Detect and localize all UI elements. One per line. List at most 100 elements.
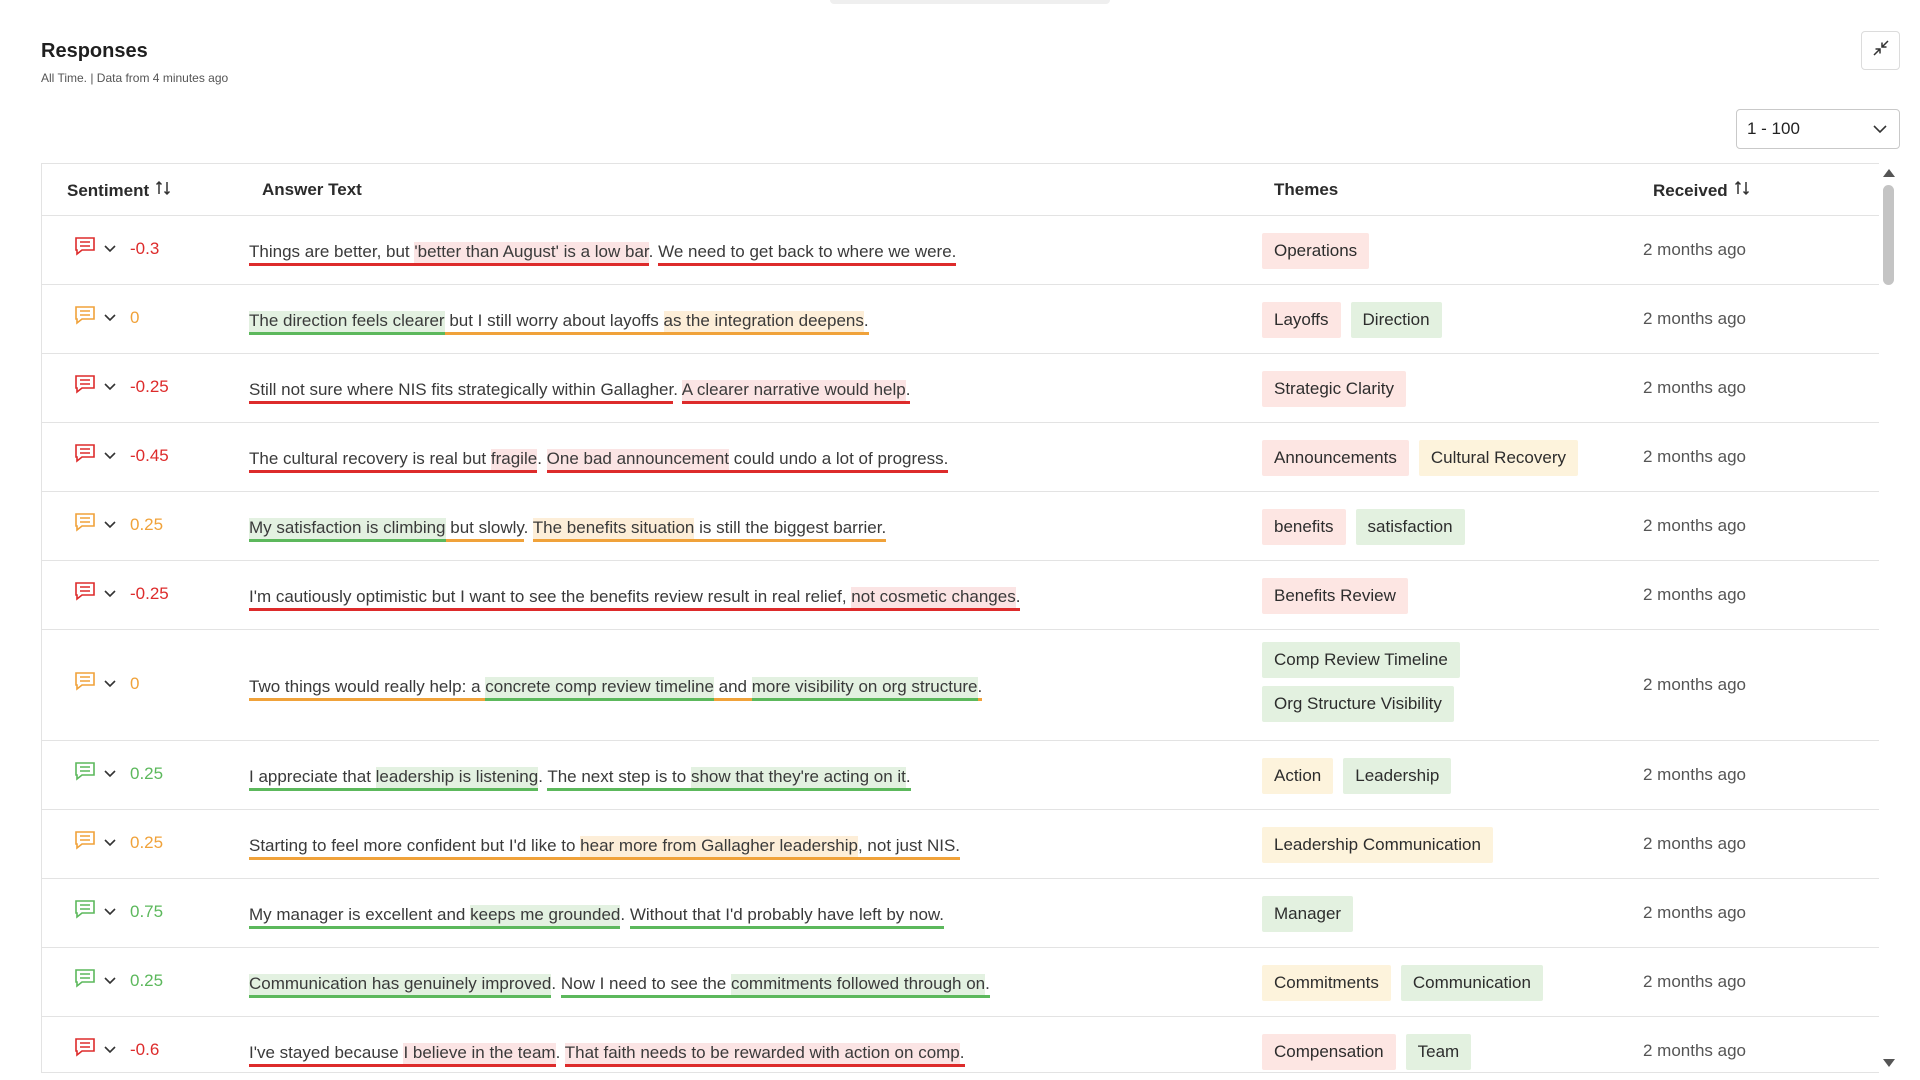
answer-segment: but slowly xyxy=(445,518,524,542)
theme-tag[interactable]: Communication xyxy=(1400,965,1543,1001)
theme-tag[interactable]: Layoffs xyxy=(1262,302,1341,338)
table-row[interactable]: 0.75 My manager is excellent and keeps me… xyxy=(42,879,1879,948)
table-row[interactable]: 0 Two things would really help: a concret… xyxy=(42,630,1879,741)
scroll-down-arrow-icon[interactable] xyxy=(1883,1059,1895,1067)
chevron-down-icon[interactable] xyxy=(104,675,116,693)
comment-icon[interactable] xyxy=(74,671,96,696)
chevron-down-icon[interactable] xyxy=(104,834,116,852)
table-row[interactable]: 0.25 Communication has genuinely improved… xyxy=(42,948,1879,1017)
sort-icon[interactable] xyxy=(155,180,171,201)
chevron-down-icon[interactable] xyxy=(104,309,116,327)
table-row[interactable]: 0.25 My satisfaction is climbing but slow… xyxy=(42,492,1879,561)
chevron-down-icon[interactable] xyxy=(104,378,116,396)
highlighted-phrase[interactable]: The benefits situation xyxy=(532,518,695,542)
answer-segment: . xyxy=(951,242,957,266)
theme-tag[interactable]: Strategic Clarity xyxy=(1262,371,1406,407)
table-row[interactable]: 0.25 Starting to feel more confident but … xyxy=(42,810,1879,879)
highlighted-phrase[interactable]: One bad announcement xyxy=(546,449,730,473)
chevron-down-icon[interactable] xyxy=(104,585,116,603)
comment-icon[interactable] xyxy=(74,1037,96,1062)
received-time: 2 months ago xyxy=(1643,1041,1747,1060)
comment-icon[interactable] xyxy=(74,830,96,855)
table-row[interactable]: -0.25 Still not sure where NIS fits strat… xyxy=(42,354,1879,423)
chevron-down-icon[interactable] xyxy=(104,516,116,534)
theme-tag[interactable]: Direction xyxy=(1350,302,1442,338)
highlighted-phrase[interactable]: show that they're acting on it xyxy=(690,767,906,791)
highlighted-phrase[interactable]: commitments followed through on xyxy=(730,974,986,998)
highlighted-phrase[interactable]: fragile xyxy=(490,449,538,473)
theme-tag[interactable]: benefits xyxy=(1262,509,1346,545)
highlighted-phrase[interactable]: hear more from Gallagher leadership xyxy=(580,836,858,860)
chevron-down-icon[interactable] xyxy=(104,765,116,783)
table-row[interactable]: -0.25 I'm cautiously optimistic but I wan… xyxy=(42,561,1879,630)
table-row[interactable]: 0.25 I appreciate that leadership is list… xyxy=(42,741,1879,810)
comment-icon[interactable] xyxy=(74,761,96,786)
highlighted-phrase[interactable]: I believe in the team xyxy=(403,1043,556,1067)
theme-tag[interactable]: Operations xyxy=(1262,233,1370,269)
comment-icon[interactable] xyxy=(74,374,96,399)
themes-cell: Compensation Team xyxy=(1262,1034,1682,1070)
comment-icon[interactable] xyxy=(74,512,96,537)
answer-segment: . xyxy=(555,1043,565,1062)
sentiment-cell: -0.45 xyxy=(74,443,169,468)
scroll-thumb[interactable] xyxy=(1883,185,1894,285)
themes-cell: Operations xyxy=(1262,233,1682,269)
theme-tag[interactable]: Announcements xyxy=(1262,440,1409,476)
table-row[interactable]: -0.45 The cultural recovery is real but f… xyxy=(42,423,1879,492)
theme-tag[interactable]: Org Structure Visibility xyxy=(1262,686,1454,722)
page-range-value: 1 - 100 xyxy=(1747,119,1800,138)
theme-tag[interactable]: Cultural Recovery xyxy=(1418,440,1578,476)
answer-segment: The cultural recovery is real but xyxy=(249,449,491,473)
theme-tag[interactable]: Leadership xyxy=(1343,758,1452,794)
highlighted-phrase[interactable]: more visibility on org structure xyxy=(751,677,978,701)
theme-tag[interactable]: Commitments xyxy=(1262,965,1391,1001)
collapse-button[interactable] xyxy=(1861,31,1900,70)
sentiment-score: -0.45 xyxy=(130,445,169,465)
theme-tag[interactable]: Comp Review Timeline xyxy=(1262,642,1460,678)
table-row[interactable]: -0.3 Things are better, but 'better than … xyxy=(42,216,1879,285)
theme-tag[interactable]: satisfaction xyxy=(1355,509,1465,545)
sort-icon[interactable] xyxy=(1734,180,1750,201)
comment-icon[interactable] xyxy=(74,581,96,606)
theme-tag[interactable]: Manager xyxy=(1262,896,1354,932)
comment-icon[interactable] xyxy=(74,968,96,993)
comment-icon[interactable] xyxy=(74,236,96,261)
scroll-up-arrow-icon[interactable] xyxy=(1883,169,1895,177)
page-range-select[interactable]: 1 - 100 xyxy=(1736,109,1900,149)
comment-icon[interactable] xyxy=(74,899,96,924)
table-row[interactable]: 0 The direction feels clearer but I still… xyxy=(42,285,1879,354)
comment-icon[interactable] xyxy=(74,443,96,468)
highlighted-phrase[interactable]: That faith needs to be rewarded with act… xyxy=(564,1043,960,1067)
received-time: 2 months ago xyxy=(1643,240,1747,259)
highlighted-phrase[interactable]: not cosmetic changes xyxy=(851,587,1016,611)
theme-tag[interactable]: Leadership Communication xyxy=(1262,827,1493,863)
chevron-down-icon[interactable] xyxy=(104,240,116,258)
chevron-down-icon[interactable] xyxy=(104,972,116,990)
theme-tag[interactable]: Compensation xyxy=(1262,1034,1396,1070)
sentiment-cell: 0.25 xyxy=(74,968,163,993)
highlighted-phrase[interactable]: Communication has genuinely improved xyxy=(249,974,552,998)
highlighted-phrase[interactable]: My satisfaction is climbing xyxy=(249,518,446,542)
column-header-received[interactable]: Received xyxy=(1653,180,1750,201)
theme-tag[interactable]: Benefits Review xyxy=(1262,578,1408,614)
chevron-down-icon[interactable] xyxy=(104,903,116,921)
answer-segment: . xyxy=(620,905,630,924)
highlighted-phrase[interactable]: as the integration deepens xyxy=(663,311,864,335)
highlighted-phrase[interactable]: leadership is listening xyxy=(375,767,539,791)
highlighted-phrase[interactable]: keeps me grounded xyxy=(470,905,621,929)
comment-icon[interactable] xyxy=(74,305,96,330)
theme-tag[interactable]: Team xyxy=(1405,1034,1472,1070)
highlighted-phrase[interactable]: A clearer narrative would help xyxy=(681,380,906,404)
highlighted-phrase[interactable]: concrete comp review timeline xyxy=(485,677,714,701)
chevron-down-icon[interactable] xyxy=(104,1041,116,1059)
answer-segment: My manager is excellent and xyxy=(249,905,471,929)
themes-cell: Leadership Communication xyxy=(1262,827,1682,863)
theme-tag[interactable]: Action xyxy=(1262,758,1334,794)
highlighted-phrase[interactable]: The direction feels clearer xyxy=(249,311,445,335)
column-header-sentiment[interactable]: Sentiment xyxy=(67,180,171,201)
answer-text: Things are better, but 'better than Augu… xyxy=(249,242,957,266)
chevron-down-icon[interactable] xyxy=(104,447,116,465)
table-row[interactable]: -0.6 I've stayed because I believe in the… xyxy=(42,1017,1879,1072)
vertical-scrollbar[interactable] xyxy=(1879,163,1897,1073)
highlighted-phrase[interactable]: 'better than August' is a low bar xyxy=(414,242,649,266)
